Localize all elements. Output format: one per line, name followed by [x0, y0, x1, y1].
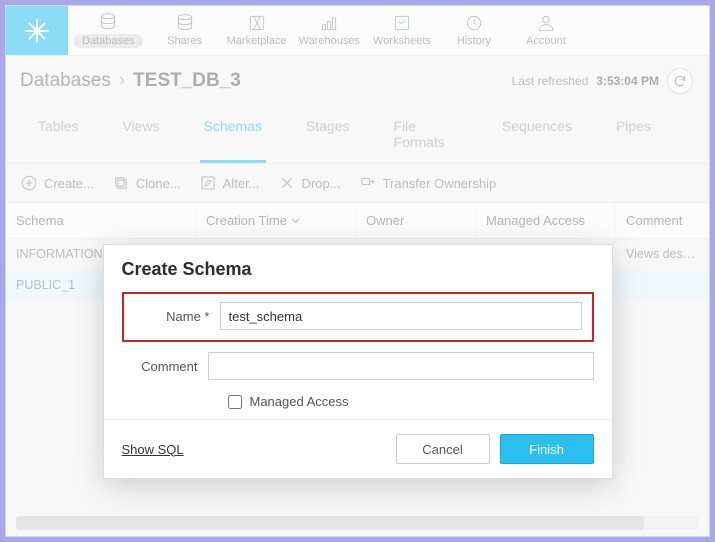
modal-footer: Show SQL Cancel Finish [104, 419, 612, 478]
comment-row: Comment [122, 352, 594, 380]
comment-label: Comment [122, 359, 198, 374]
finish-button[interactable]: Finish [500, 434, 594, 464]
managed-access-label: Managed Access [250, 394, 349, 409]
name-highlight-box: Name * [122, 292, 594, 342]
app-frame: Databases Shares Marketplace Warehouses … [5, 5, 710, 537]
modal-overlay: Create Schema Name * Comment Managed Acc… [6, 6, 709, 536]
modal-title: Create Schema [104, 245, 612, 286]
managed-access-checkbox[interactable] [228, 395, 242, 409]
show-sql-link[interactable]: Show SQL [122, 442, 184, 457]
name-input[interactable] [220, 302, 582, 330]
cancel-button[interactable]: Cancel [396, 434, 490, 464]
name-row: Name * [134, 302, 582, 330]
managed-access-row: Managed Access [228, 394, 594, 409]
comment-input[interactable] [208, 352, 594, 380]
name-label: Name * [134, 309, 210, 324]
create-schema-modal: Create Schema Name * Comment Managed Acc… [103, 244, 613, 479]
